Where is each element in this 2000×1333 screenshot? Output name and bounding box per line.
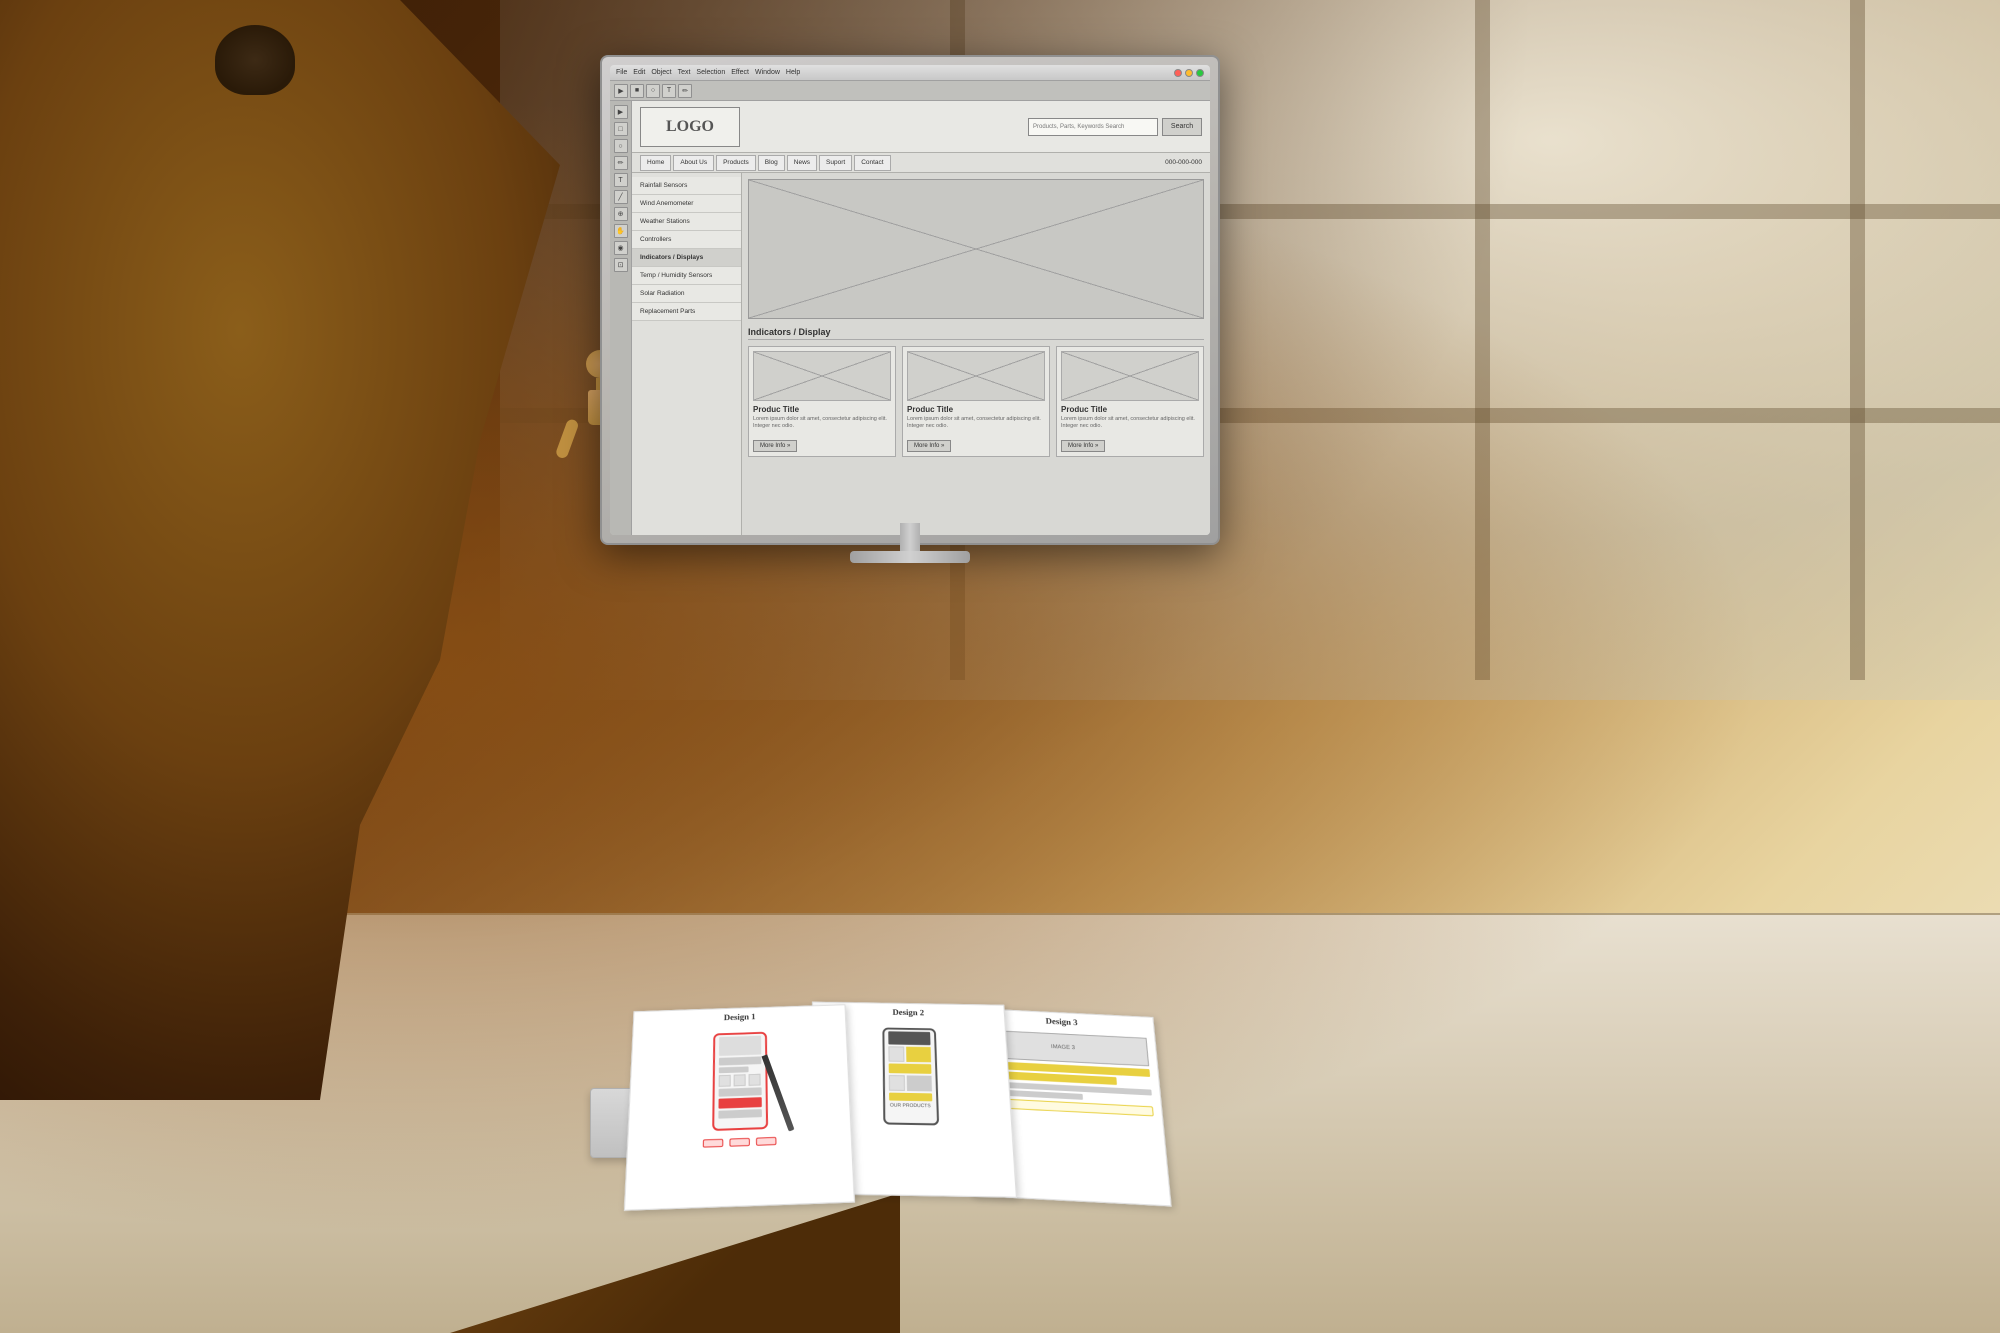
more-info-btn-3[interactable]: More Info » bbox=[1061, 440, 1105, 452]
monitor-stand-neck bbox=[900, 523, 920, 553]
product-title-2: Produc Title bbox=[907, 405, 1045, 414]
menu-edit[interactable]: Edit bbox=[633, 69, 645, 76]
product-title-3: Produc Title bbox=[1061, 405, 1199, 414]
phone-sketch-1 bbox=[712, 1032, 768, 1131]
menu-selection[interactable]: Selection bbox=[696, 69, 725, 76]
product-title-1: Produc Title bbox=[753, 405, 891, 414]
menu-temp[interactable]: Temp / Humidity Sensors bbox=[632, 267, 741, 285]
product-img-x2 bbox=[908, 352, 1044, 400]
nav-blog[interactable]: Blog bbox=[758, 155, 785, 171]
paper-design-1: Design 1 bbox=[624, 1004, 855, 1211]
menu-help[interactable]: Help bbox=[786, 69, 800, 76]
nav-news[interactable]: News bbox=[787, 155, 817, 171]
nav-products[interactable]: Products bbox=[716, 155, 756, 171]
more-info-btn-1[interactable]: More Info » bbox=[753, 440, 797, 452]
wireframe-content: LOGO Products, Parts, Keywords Search Se… bbox=[632, 101, 1210, 535]
product-cards-row: Produc Title Lorem ipsum dolor sit amet,… bbox=[748, 346, 1204, 457]
product-image-2 bbox=[907, 351, 1045, 401]
title-bar: File Edit Object Text Selection Effect W… bbox=[610, 65, 1210, 81]
product-desc-1: Lorem ipsum dolor sit amet, consectetur … bbox=[753, 416, 891, 430]
tool-zoom[interactable]: ⊕ bbox=[614, 207, 628, 221]
menu-wind[interactable]: Wind Anemometer bbox=[632, 195, 741, 213]
menu-object[interactable]: Object bbox=[651, 69, 671, 76]
toolbar-tool-4[interactable]: T bbox=[662, 84, 676, 98]
toolbar-tool-2[interactable]: ■ bbox=[630, 84, 644, 98]
tool-hand[interactable]: ✋ bbox=[614, 224, 628, 238]
tool-rect[interactable]: □ bbox=[614, 122, 628, 136]
menu-text[interactable]: Text bbox=[678, 69, 691, 76]
tool-ellipse[interactable]: ○ bbox=[614, 139, 628, 153]
product-image-1 bbox=[753, 351, 891, 401]
nav-contact[interactable]: Contact bbox=[854, 155, 890, 171]
window-frame-v3 bbox=[1850, 0, 1865, 680]
close-button[interactable] bbox=[1174, 69, 1182, 77]
phone-sketch-2: OUR PRODUCTS bbox=[882, 1028, 939, 1126]
tool-line[interactable]: ╱ bbox=[614, 190, 628, 204]
product-card-1: Produc Title Lorem ipsum dolor sit amet,… bbox=[748, 346, 896, 457]
menu-solar[interactable]: Solar Radiation bbox=[632, 285, 741, 303]
nav-support[interactable]: Suport bbox=[819, 155, 852, 171]
tool-measure[interactable]: ⊡ bbox=[614, 258, 628, 272]
paper-wireframes: Design 1 bbox=[620, 990, 1019, 1207]
tool-pen[interactable]: ✏ bbox=[614, 156, 628, 170]
monitor-area: File Edit Object Text Selection Effect W… bbox=[600, 55, 1220, 605]
title-bar-controls bbox=[1174, 69, 1204, 77]
minimize-button[interactable] bbox=[1185, 69, 1193, 77]
nav-about[interactable]: About Us bbox=[673, 155, 714, 171]
design1-title: Design 1 bbox=[634, 1005, 846, 1029]
logo-placeholder: LOGO bbox=[640, 107, 740, 147]
more-info-btn-2[interactable]: More Info » bbox=[907, 440, 951, 452]
menu-weather[interactable]: Weather Stations bbox=[632, 213, 741, 231]
menu-effect[interactable]: Effect bbox=[731, 69, 749, 76]
toolbar-tool-3[interactable]: ○ bbox=[646, 84, 660, 98]
menu-rainfall[interactable]: Rainfall Sensors bbox=[632, 177, 741, 195]
tool-fill[interactable]: ◉ bbox=[614, 241, 628, 255]
window-frame-v2 bbox=[1475, 0, 1490, 680]
search-area: Products, Parts, Keywords Search Search bbox=[1028, 118, 1202, 136]
product-desc-2: Lorem ipsum dolor sit amet, consectetur … bbox=[907, 416, 1045, 430]
monitor-screen: File Edit Object Text Selection Effect W… bbox=[610, 65, 1210, 535]
category-title: Indicators / Display bbox=[748, 327, 1204, 340]
hero-image-placeholder bbox=[748, 179, 1204, 319]
search-placeholder-text: Products, Parts, Keywords Search bbox=[1033, 124, 1124, 130]
tool-select[interactable]: ▶ bbox=[614, 105, 628, 119]
wireframe-nav: Home About Us Products Blog News Suport … bbox=[632, 153, 1210, 173]
product-card-2: Produc Title Lorem ipsum dolor sit amet,… bbox=[902, 346, 1050, 457]
search-button[interactable]: Search bbox=[1162, 118, 1202, 136]
wireframe-main: Indicators / Display Produc Title Lorem bbox=[742, 173, 1210, 535]
product-image-3 bbox=[1061, 351, 1199, 401]
monitor-stand-base bbox=[850, 551, 970, 563]
product-card-3: Produc Title Lorem ipsum dolor sit amet,… bbox=[1056, 346, 1204, 457]
menu-indicators[interactable]: Indicators / Displays bbox=[632, 249, 741, 267]
nav-phone: 000-000-000 bbox=[1165, 159, 1202, 166]
product-desc-3: Lorem ipsum dolor sit amet, consectetur … bbox=[1061, 416, 1199, 430]
monitor-frame: File Edit Object Text Selection Effect W… bbox=[600, 55, 1220, 545]
tool-text[interactable]: T bbox=[614, 173, 628, 187]
menu-replacement[interactable]: Replacement Parts bbox=[632, 303, 741, 321]
search-input-box[interactable]: Products, Parts, Keywords Search bbox=[1028, 118, 1158, 136]
menu-file[interactable]: File bbox=[616, 69, 627, 76]
wireframe-body: Rainfall Sensors Wind Anemometer Weather… bbox=[632, 173, 1210, 535]
menu-controllers[interactable]: Controllers bbox=[632, 231, 741, 249]
title-bar-menus: File Edit Object Text Selection Effect W… bbox=[616, 69, 800, 76]
wireframe-header: LOGO Products, Parts, Keywords Search Se… bbox=[632, 101, 1210, 153]
toolbar-tool-1[interactable]: ▶ bbox=[614, 84, 628, 98]
hair-bun bbox=[215, 25, 295, 95]
wireframe-menu: Rainfall Sensors Wind Anemometer Weather… bbox=[632, 173, 742, 535]
tools-sidebar: ▶ □ ○ ✏ T ╱ ⊕ ✋ ◉ ⊡ bbox=[610, 101, 632, 535]
product-img-x1 bbox=[754, 352, 890, 400]
background: File Edit Object Text Selection Effect W… bbox=[0, 0, 2000, 1333]
maximize-button[interactable] bbox=[1196, 69, 1204, 77]
toolbar: ▶ ■ ○ T ✏ bbox=[610, 81, 1210, 101]
menu-window[interactable]: Window bbox=[755, 69, 780, 76]
product-img-x3 bbox=[1062, 352, 1198, 400]
nav-home[interactable]: Home bbox=[640, 155, 671, 171]
toolbar-tool-5[interactable]: ✏ bbox=[678, 84, 692, 98]
hero-x-mark bbox=[749, 180, 1203, 318]
